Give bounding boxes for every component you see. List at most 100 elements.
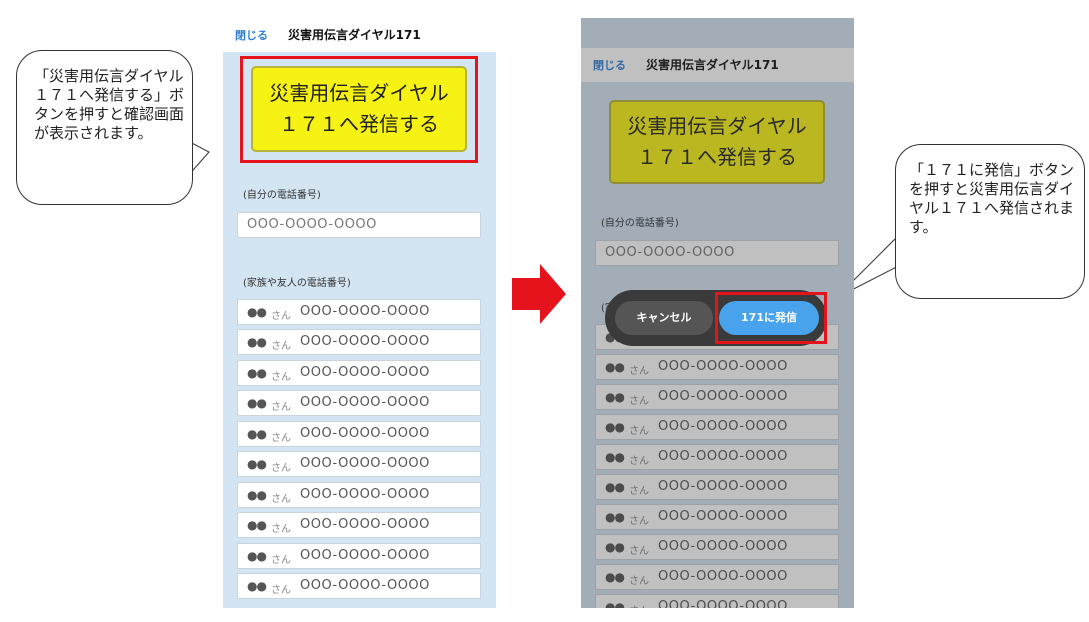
contact-name-mark: ●● [247, 579, 267, 593]
contact-suffix: さん [629, 516, 649, 527]
contact-number: OOO-OOOO-OOOO [658, 569, 788, 584]
contact-number: OOO-OOOO-OOOO [300, 487, 430, 502]
cancel-button[interactable]: キャンセル [615, 301, 713, 335]
contact-row[interactable]: ●● さん OOO-OOOO-OOOO [237, 543, 481, 569]
close-button[interactable]: 閉じる [593, 57, 626, 73]
contact-suffix: さん [271, 433, 291, 444]
contact-row[interactable]: ●● さん OOO-OOOO-OOOO [237, 360, 481, 386]
contact-name-mark: ●● [605, 540, 625, 554]
contact-suffix: さん [271, 524, 291, 535]
screen-title: 災害用伝言ダイヤル171 [288, 28, 421, 42]
callout-right-text: 「１７１に発信」ボタンを押すと災害用伝言ダイヤル１７１へ発信されます。 [909, 161, 1075, 236]
contact-suffix: さん [629, 426, 649, 437]
contact-name-mark: ●● [247, 427, 267, 441]
contact-name-mark: ●● [247, 518, 267, 532]
contact-suffix: さん [629, 486, 649, 497]
contact-name-mark: ●● [605, 420, 625, 434]
contact-row[interactable]: ●● さん OOO-OOOO-OOOO [237, 421, 481, 447]
call-171-button[interactable]: 171に発信 [719, 301, 819, 335]
callout-right: 「１７１に発信」ボタンを押すと災害用伝言ダイヤル１７１へ発信されます。 [895, 144, 1085, 299]
contact-suffix: さん [271, 402, 291, 413]
contact-name-mark: ●● [605, 360, 625, 374]
phone-screen-after: 閉じる 災害用伝言ダイヤル171 災害用伝言ダイヤル １７１へ発信する (自分の… [581, 18, 854, 608]
contact-number: OOO-OOOO-OOOO [300, 304, 430, 319]
contact-number: OOO-OOOO-OOOO [300, 578, 430, 593]
contact-suffix: さん [271, 311, 291, 322]
own-number-placeholder: OOO-OOOO-OOOO [247, 217, 377, 232]
contact-row[interactable]: ●● さん OOO-OOOO-OOOO [595, 564, 839, 590]
contacts-label: (家族や友人の電話番号) [243, 278, 351, 289]
dial-171-button[interactable]: 災害用伝言ダイヤル １７１へ発信する [251, 66, 467, 152]
contact-suffix: さん [271, 341, 291, 352]
contact-row[interactable]: ●● さん OOO-OOOO-OOOO [237, 299, 481, 325]
contact-row[interactable]: ●● さん OOO-OOOO-OOOO [237, 329, 481, 355]
contact-row[interactable]: ●● さん OOO-OOOO-OOOO [595, 384, 839, 410]
contact-row[interactable]: ●● さん OOO-OOOO-OOOO [237, 512, 481, 538]
screen-title: 災害用伝言ダイヤル171 [646, 58, 779, 72]
top-bar: 閉じる 災害用伝言ダイヤル171 [581, 48, 854, 82]
dial-button-line1: 災害用伝言ダイヤル [627, 114, 807, 138]
contact-number: OOO-OOOO-OOOO [300, 548, 430, 563]
contact-number: OOO-OOOO-OOOO [658, 419, 788, 434]
contact-number: OOO-OOOO-OOOO [658, 539, 788, 554]
contact-number: OOO-OOOO-OOOO [658, 479, 788, 494]
contact-row[interactable]: ●● さん OOO-OOOO-OOOO [595, 504, 839, 530]
own-number-label: (自分の電話番号) [243, 190, 321, 201]
contact-suffix: さん [629, 546, 649, 557]
contact-number: OOO-OOOO-OOOO [658, 599, 788, 608]
contact-row[interactable]: ●● さん OOO-OOOO-OOOO [595, 414, 839, 440]
own-number-placeholder: OOO-OOOO-OOOO [605, 245, 735, 260]
dial-button-line2: １７１へ発信する [637, 145, 797, 169]
contact-name-mark: ●● [247, 366, 267, 380]
contact-row[interactable]: ●● さん OOO-OOOO-OOOO [595, 594, 839, 608]
arrow-right-icon [512, 264, 566, 324]
contact-row[interactable]: ●● さん OOO-OOOO-OOOO [595, 534, 839, 560]
contact-row[interactable]: ●● さん OOO-OOOO-OOOO [237, 573, 481, 599]
dial-button-line2: １７１へ発信する [279, 112, 439, 136]
contact-number: OOO-OOOO-OOOO [658, 359, 788, 374]
contact-number: OOO-OOOO-OOOO [658, 509, 788, 524]
contact-row[interactable]: ●● さん OOO-OOOO-OOOO [237, 390, 481, 416]
contact-row[interactable]: ●● さん OOO-OOOO-OOOO [595, 444, 839, 470]
dial-button-line1: 災害用伝言ダイヤル [269, 81, 449, 105]
contact-name-mark: ●● [247, 335, 267, 349]
confirm-dialog: キャンセル 171に発信 [605, 290, 827, 346]
top-bar: 閉じる 災害用伝言ダイヤル171 [223, 18, 496, 52]
contact-suffix: さん [629, 456, 649, 467]
contact-name-mark: ●● [247, 305, 267, 319]
contact-name-mark: ●● [605, 390, 625, 404]
contact-name-mark: ●● [605, 480, 625, 494]
contact-suffix: さん [271, 494, 291, 505]
contact-suffix: さん [629, 602, 649, 608]
contact-name-mark: ●● [247, 488, 267, 502]
own-number-field[interactable]: OOO-OOOO-OOOO [237, 212, 481, 238]
dial-171-button[interactable]: 災害用伝言ダイヤル １７１へ発信する [609, 100, 825, 184]
contact-row[interactable]: ●● さん OOO-OOOO-OOOO [237, 451, 481, 477]
contact-suffix: さん [271, 463, 291, 474]
contact-name-mark: ●● [247, 457, 267, 471]
contact-name-mark: ●● [605, 450, 625, 464]
contact-number: OOO-OOOO-OOOO [300, 426, 430, 441]
contact-number: OOO-OOOO-OOOO [300, 334, 430, 349]
contact-name-mark: ●● [605, 510, 625, 524]
contact-suffix: さん [629, 366, 649, 377]
own-number-field[interactable]: OOO-OOOO-OOOO [595, 240, 839, 266]
contact-number: OOO-OOOO-OOOO [658, 449, 788, 464]
contact-number: OOO-OOOO-OOOO [300, 456, 430, 471]
contact-name-mark: ●● [247, 396, 267, 410]
close-button[interactable]: 閉じる [235, 27, 268, 43]
contact-suffix: さん [271, 555, 291, 566]
contact-number: OOO-OOOO-OOOO [300, 365, 430, 380]
phone-screen-before: 閉じる 災害用伝言ダイヤル171 災害用伝言ダイヤル １７１へ発信する (自分の… [223, 18, 496, 608]
contact-row[interactable]: ●● さん OOO-OOOO-OOOO [595, 474, 839, 500]
contact-row[interactable]: ●● さん OOO-OOOO-OOOO [595, 354, 839, 380]
contact-number: OOO-OOOO-OOOO [658, 389, 788, 404]
contact-row[interactable]: ●● さん OOO-OOOO-OOOO [237, 482, 481, 508]
own-number-label: (自分の電話番号) [601, 218, 679, 229]
contact-name-mark: ●● [605, 600, 625, 608]
contact-name-mark: ●● [605, 570, 625, 584]
contact-name-mark: ●● [247, 549, 267, 563]
contact-suffix: さん [629, 396, 649, 407]
contact-number: OOO-OOOO-OOOO [300, 517, 430, 532]
contact-number: OOO-OOOO-OOOO [300, 395, 430, 410]
